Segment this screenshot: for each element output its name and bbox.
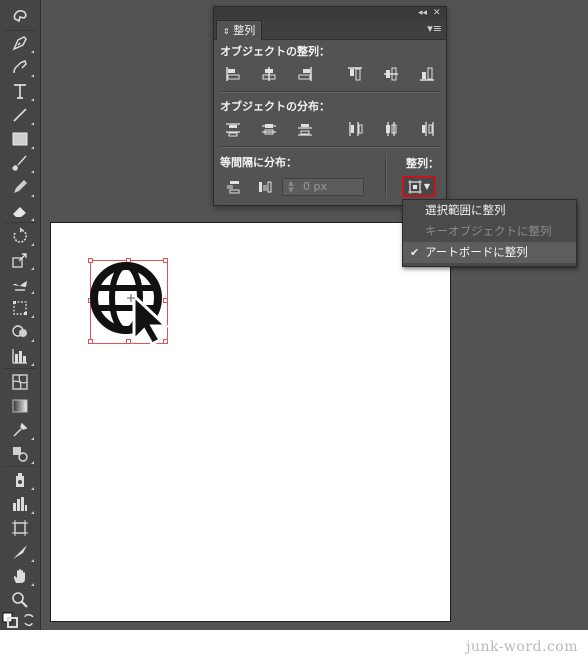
distribute-right-edges-icon[interactable] (418, 120, 436, 138)
distribute-top-edges-icon[interactable] (224, 120, 242, 138)
zoom-tool-icon[interactable] (8, 590, 32, 610)
dropdown-arrow-icon: ▼ (423, 182, 431, 191)
line-tool-icon[interactable] (8, 105, 34, 125)
align-to-label: 整列： (406, 157, 439, 170)
align-objects-label: オブジェクトの整列： (220, 45, 330, 58)
column-graph-icon[interactable] (8, 494, 34, 514)
scale-tool-icon[interactable] (8, 250, 34, 270)
globe-cursor-icon[interactable] (88, 260, 170, 344)
watermark: junk-word.com (466, 639, 578, 655)
distribute-horizontal-centers-icon[interactable] (382, 120, 400, 138)
menu-item-align-to-key-object: キーオブジェクトに整列 (425, 224, 552, 238)
horizontal-distribute-space-icon[interactable] (256, 178, 274, 196)
rectangle-tool-icon[interactable] (8, 129, 34, 149)
tab-align-label: 整列 (233, 24, 256, 37)
mesh-tool-icon[interactable] (8, 372, 32, 392)
align-bottom-edges-icon[interactable] (418, 65, 436, 83)
hand-tool-icon[interactable] (8, 566, 34, 586)
artboard-tool-icon[interactable] (8, 518, 32, 538)
check-icon: ✔ (410, 246, 420, 259)
align-vertical-centers-icon[interactable] (382, 65, 400, 83)
align-top-edges-icon[interactable] (346, 65, 364, 83)
tab-align[interactable]: ⇕ 整列 (216, 20, 263, 40)
panel-tabbar: ⇕ 整列 ▾≡ (214, 19, 446, 40)
align-to-dropdown-button[interactable]: ▼ (402, 176, 436, 197)
collapse-panel-icon[interactable]: ◂◂ (418, 7, 427, 19)
warp-tool-icon[interactable] (8, 274, 34, 294)
distribute-spacing-label: 等間隔に分布： (220, 156, 297, 169)
align-to-menu: 選択範囲に整列 キーオブジェクトに整列 ✔ アートボードに整列 (402, 199, 577, 267)
pencil-tool-icon[interactable] (8, 177, 34, 197)
shape-builder-icon[interactable] (8, 322, 34, 342)
fill-stroke-swatch-icon[interactable] (2, 612, 18, 628)
distribute-objects-row (214, 120, 446, 140)
distribute-objects-label: オブジェクトの分布： (220, 100, 330, 113)
eyedropper-tool-icon[interactable] (8, 420, 34, 440)
free-transform-icon[interactable] (8, 298, 34, 318)
menu-item-align-to-selection[interactable]: 選択範囲に整列 (403, 200, 576, 221)
tools-toolbar (0, 0, 41, 630)
close-panel-icon[interactable]: ✕ (433, 7, 441, 19)
menu-item-align-to-artboard[interactable]: ✔ アートボードに整列 (403, 242, 576, 263)
curvature-tool-icon[interactable] (8, 57, 34, 77)
spacing-stepper-icon[interactable]: ▲ ▼ (284, 180, 298, 194)
align-panel: ◂◂ ✕ ⇕ 整列 ▾≡ オブジェクトの整列： オブジェクトの分布： 等間隔に分… (213, 6, 447, 206)
blend-tool-icon[interactable] (8, 444, 34, 464)
align-horizontal-centers-icon[interactable] (260, 65, 278, 83)
pen-tool-icon[interactable] (8, 33, 34, 53)
distribute-left-edges-icon[interactable] (346, 120, 364, 138)
rotate-tool-icon[interactable] (8, 226, 34, 246)
spacing-input[interactable]: ▲ ▼ 0 px (282, 178, 364, 196)
vertical-distribute-space-icon[interactable] (224, 178, 242, 196)
align-to-artboard-icon (407, 179, 422, 194)
align-right-edges-icon[interactable] (296, 65, 314, 83)
panel-menu-icon[interactable]: ▾≡ (427, 22, 442, 35)
slice-tool-icon[interactable] (8, 542, 34, 562)
type-tool-icon[interactable] (8, 81, 34, 101)
symbol-sprayer-icon[interactable] (8, 470, 34, 490)
distribute-bottom-edges-icon[interactable] (296, 120, 314, 138)
paintbrush-tool-icon[interactable] (8, 153, 34, 173)
panel-title-strip[interactable]: ◂◂ ✕ (214, 7, 446, 19)
swap-colors-icon[interactable] (22, 612, 38, 628)
gradient-tool-icon[interactable] (8, 396, 32, 416)
spacing-value: 0 px (303, 180, 327, 193)
tab-toggle-icon: ⇕ (223, 27, 230, 36)
align-left-edges-icon[interactable] (224, 65, 242, 83)
direct-select-icon[interactable] (8, 6, 32, 26)
footer: junk-word.com (0, 630, 588, 661)
chart-tool-icon[interactable] (8, 346, 34, 366)
distribute-vertical-centers-icon[interactable] (260, 120, 278, 138)
align-objects-row (214, 65, 446, 85)
eraser-tool-icon[interactable] (8, 201, 34, 221)
